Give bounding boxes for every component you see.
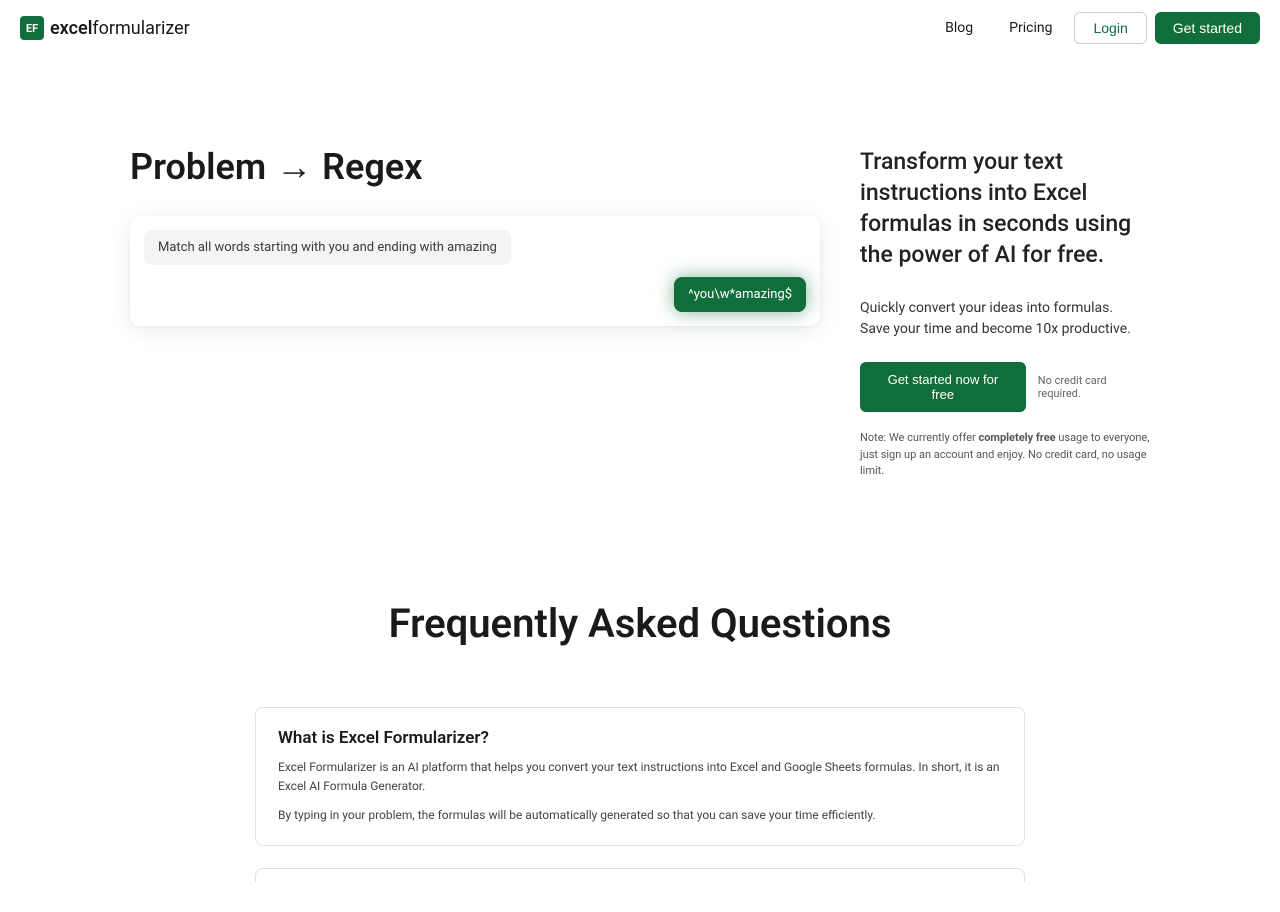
logo-icon: EF [20,16,44,40]
cta-button[interactable]: Get started now for free [860,362,1026,412]
note-prefix: Note: We currently offer [860,431,978,444]
faq-answer-p2: By typing in your problem, the formulas … [278,806,1002,825]
login-button[interactable]: Login [1074,12,1146,44]
faq-question: What is Excel Formularizer? [278,728,1002,748]
chat-input-bubble: Match all words starting with you and en… [144,230,511,265]
nav: Blog Pricing Login Get started [931,12,1260,44]
demo-card: Match all words starting with you and en… [130,216,820,326]
note-bold: completely free [978,431,1055,444]
faq-card: What is Excel Formularizer? Excel Formul… [255,707,1025,847]
hero-subline2: Save your time and become 10x productive… [860,321,1131,337]
logo-prefix: excel [50,18,92,39]
faq-title: Frequently Asked Questions [130,600,1150,647]
hero-section: Problem → Regex Match all words starting… [110,56,1170,540]
header: EF excelformularizer Blog Pricing Login … [0,0,1280,56]
hero-subline1: Quickly convert your ideas into formulas… [860,300,1113,316]
logo-suffix: formularizer [92,18,189,39]
cta-row: Get started now for free No credit card … [860,362,1150,412]
hero-right: Transform your text instructions into Ex… [860,146,1150,480]
arrow-right-icon: → [276,149,312,185]
faq-card-next [255,868,1025,882]
logo[interactable]: EF excelformularizer [20,16,190,40]
faq-answer-p1: Excel Formularizer is an AI platform tha… [278,758,1002,796]
faq-section: Frequently Asked Questions What is Excel… [110,600,1170,912]
nav-pricing[interactable]: Pricing [995,12,1066,44]
hero-title: Problem → Regex [130,146,820,188]
title-problem: Problem [130,146,266,188]
logo-abbr: EF [26,22,38,35]
get-started-button[interactable]: Get started [1155,12,1260,44]
logo-text: excelformularizer [50,18,190,39]
chat-output-bubble: ^you\w*amazing$ [674,277,806,312]
hero-subtext: Quickly convert your ideas into formulas… [860,298,1150,340]
title-regex: Regex [322,146,422,188]
hero-headline: Transform your text instructions into Ex… [860,146,1150,270]
nav-blog[interactable]: Blog [931,12,987,44]
note-text: Note: We currently offer completely free… [860,430,1150,480]
hero-left: Problem → Regex Match all words starting… [130,146,820,480]
cta-hint: No credit card required. [1038,374,1150,400]
